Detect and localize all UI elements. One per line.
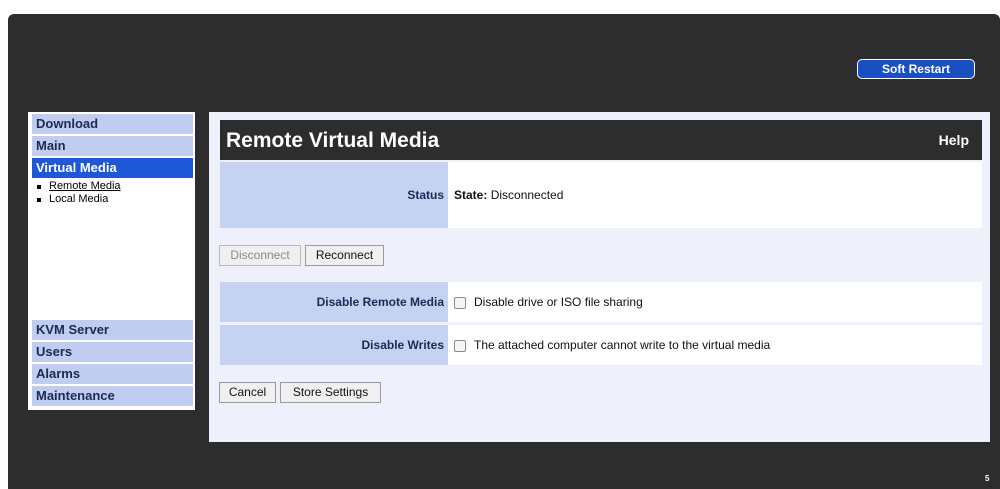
- sidebar-item-virtual-media[interactable]: Virtual Media: [32, 158, 193, 178]
- store-settings-button[interactable]: Store Settings: [280, 382, 381, 403]
- bullet-icon: [37, 184, 41, 189]
- disable-writes-row: Disable Writes The attached computer can…: [220, 325, 982, 365]
- panel-header: Remote Virtual Media Help: [220, 120, 982, 160]
- cancel-button[interactable]: Cancel: [219, 382, 276, 403]
- disable-remote-media-label: Disable Remote Media: [220, 282, 448, 322]
- sidebar-item-download[interactable]: Download: [32, 114, 193, 134]
- disable-remote-media-row: Disable Remote Media Disable drive or IS…: [220, 282, 982, 322]
- status-value: State: Disconnected: [454, 162, 982, 228]
- soft-restart-button[interactable]: Soft Restart: [857, 59, 975, 79]
- disconnect-button[interactable]: Disconnect: [219, 245, 301, 266]
- sidebar-item-kvm-server[interactable]: KVM Server: [32, 320, 193, 340]
- state-label: State:: [454, 188, 488, 202]
- disable-writes-label: Disable Writes: [220, 325, 448, 365]
- disable-writes-text: The attached computer cannot write to th…: [474, 338, 771, 352]
- sidebar-item-main[interactable]: Main: [32, 136, 193, 156]
- submenu-item-remote-media: Remote Media: [36, 180, 121, 193]
- bullet-icon: [37, 197, 41, 202]
- disable-writes-checkbox[interactable]: [454, 339, 466, 352]
- disable-remote-media-value: Disable drive or ISO file sharing: [454, 282, 982, 322]
- disable-remote-media-text: Disable drive or ISO file sharing: [474, 295, 643, 309]
- corner-mark: 5: [985, 474, 990, 483]
- sidebar-submenu: Remote Media Local Media: [36, 180, 121, 206]
- status-row: Status State: Disconnected: [220, 162, 982, 228]
- reconnect-button[interactable]: Reconnect: [305, 245, 384, 266]
- state-value: Disconnected: [490, 188, 564, 202]
- submenu-link-remote-media[interactable]: Remote Media: [49, 180, 121, 193]
- sidebar-item-users[interactable]: Users: [32, 342, 193, 362]
- help-link[interactable]: Help: [939, 132, 969, 148]
- sidebar-item-alarms[interactable]: Alarms: [32, 364, 193, 384]
- main-panel: Remote Virtual Media Help Status State: …: [209, 112, 990, 442]
- status-label: Status: [220, 162, 448, 228]
- disable-writes-value: The attached computer cannot write to th…: [454, 325, 982, 365]
- sidebar-item-maintenance[interactable]: Maintenance: [32, 386, 193, 406]
- disable-remote-media-checkbox[interactable]: [454, 296, 466, 309]
- page-title: Remote Virtual Media: [226, 129, 440, 152]
- sidebar: Download Main Virtual Media Remote Media…: [28, 112, 195, 410]
- submenu-link-local-media[interactable]: Local Media: [49, 193, 108, 206]
- submenu-item-local-media: Local Media: [36, 193, 121, 206]
